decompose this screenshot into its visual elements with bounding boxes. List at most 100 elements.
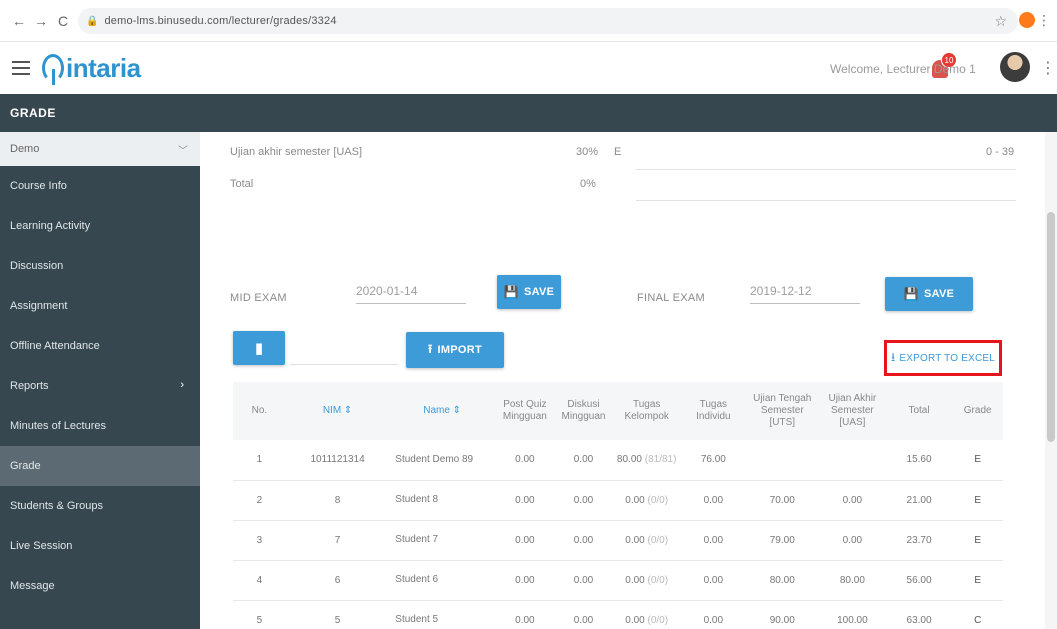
grade-range-value: 0 - 39 — [986, 146, 1015, 158]
sidebar-item-learning-activity[interactable]: Learning Activity — [0, 206, 200, 246]
col-no: No. — [251, 405, 268, 416]
import-button-label: IMPORT — [437, 344, 483, 356]
sidebar-item-students-groups[interactable]: Students & Groups — [0, 486, 200, 526]
sidebar-item-message[interactable]: Message — [0, 566, 200, 606]
cell-diskusi: 0.00 — [573, 534, 594, 546]
lock-icon: 🔒 — [86, 15, 99, 27]
cell-total: 56.00 — [906, 574, 932, 586]
import-button[interactable]: ⭱ IMPORT — [406, 332, 504, 368]
col-diskusi: Diskusi Mingguan — [561, 399, 606, 422]
sidebar-item-label: Minutes of Lectures — [10, 420, 106, 432]
cell-grade: E — [974, 534, 982, 546]
mid-exam-save-button[interactable]: 💾 SAVE — [497, 275, 561, 309]
cell-no: 4 — [256, 574, 263, 586]
url-text: demo-lms.binusedu.com/lecturer/grades/33… — [104, 15, 337, 27]
col-name-sortable[interactable]: Name ⇕ — [389, 382, 495, 440]
extension-icon[interactable] — [1019, 12, 1035, 28]
reload-icon[interactable]: C — [54, 12, 72, 30]
cell-post-quiz: 0.00 — [515, 614, 535, 626]
grade-range-letter: E — [614, 146, 622, 158]
sidebar-item-assignment[interactable]: Assignment — [0, 286, 200, 326]
sidebar-item-label: Reports — [10, 380, 49, 392]
app-header: intaria 10 Welcome, Lecturer Demo 1 ⋮ — [0, 42, 1057, 94]
scrollbar[interactable] — [1045, 132, 1057, 629]
sidebar-item-offline-attendance[interactable]: Offline Attendance — [0, 326, 200, 366]
avatar[interactable] — [1000, 52, 1030, 82]
bookmark-star-icon[interactable]: ☆ — [994, 13, 1007, 30]
col-tugas-kelompok: Tugas Kelompok — [624, 399, 669, 422]
col-uts: Ujian Tengah Semester [UTS] — [753, 393, 812, 428]
browser-menu-icon[interactable]: ⋮ — [1037, 12, 1051, 29]
scrollbar-thumb[interactable] — [1047, 212, 1055, 442]
cell-uas: 0.00 — [842, 494, 863, 506]
cell-tugas-individu: 0.00 — [703, 534, 724, 546]
cell-post-quiz: 0.00 — [515, 494, 535, 506]
save-button-label: SAVE — [923, 288, 955, 300]
save-button-label: SAVE — [523, 286, 555, 298]
cell-tugas-kelompok-note: (0/0) — [647, 494, 669, 506]
sidebar-item-label: Assignment — [10, 300, 68, 312]
cell-no: 1 — [256, 454, 263, 466]
sidebar-item-live-session[interactable]: Live Session — [0, 526, 200, 566]
download-icon: ⭳ — [890, 349, 896, 364]
sidebar-item-grade[interactable]: Grade — [0, 446, 200, 486]
welcome-text: Welcome, Lecturer Demo 1 — [830, 62, 976, 76]
final-exam-save-button[interactable]: 💾 SAVE — [885, 277, 973, 311]
cell-total: 63.00 — [906, 614, 932, 626]
cell-tugas-kelompok-note: (0/0) — [647, 614, 669, 626]
grade-table: No. NIM ⇕ Name ⇕ Post Quiz Mingguan Disk… — [233, 382, 1003, 629]
sidebar-item-label: Grade — [10, 460, 41, 472]
cell-nim: 5 — [334, 614, 341, 626]
table-row: 5 5 Student 5 0.00 0.00 0.00 (0/0) 0.00 … — [233, 600, 1003, 629]
cell-uts: 79.00 — [769, 534, 795, 546]
cell-nim: 8 — [334, 494, 341, 506]
sidebar-item-discussion[interactable]: Discussion — [0, 246, 200, 286]
cell-no: 5 — [256, 614, 263, 626]
logo-mark-icon — [42, 54, 64, 85]
file-picker-button[interactable]: ▮ — [233, 331, 285, 365]
main-content: Ujian akhir semester [UAS] 30% E 0 - 39 … — [200, 132, 1057, 629]
sidebar-item-label: Course Info — [10, 180, 67, 192]
cell-tugas-kelompok: 0.00 (0/0) — [612, 480, 681, 520]
col-nim-sortable[interactable]: NIM ⇕ — [286, 382, 389, 440]
col-grade: Grade — [963, 405, 992, 416]
forward-icon[interactable]: → — [32, 12, 50, 30]
col-total: Total — [908, 405, 930, 416]
mid-exam-date-input[interactable]: 2020-01-14 — [356, 274, 466, 304]
user-menu-icon[interactable]: ⋮ — [1040, 58, 1056, 78]
cell-tugas-individu: 0.00 — [703, 574, 724, 586]
cell-no: 3 — [256, 534, 263, 546]
cell-tugas-individu: 0.00 — [703, 494, 724, 506]
sidebar-item-label: Offline Attendance — [10, 340, 100, 352]
weight-row-total: Total 0% — [200, 178, 1020, 194]
file-icon: ▮ — [254, 340, 264, 357]
back-icon[interactable]: ← — [10, 12, 28, 30]
sidebar-item-label: Discussion — [10, 260, 64, 272]
cell-total: 23.70 — [906, 534, 932, 546]
cell-tugas-kelompok: 0.00 (0/0) — [612, 520, 681, 560]
cell-grade: E — [974, 454, 982, 466]
address-bar[interactable]: 🔒 demo-lms.binusedu.com/lecturer/grades/… — [78, 8, 1018, 34]
cell-nim: 6 — [334, 574, 341, 586]
hamburger-menu-icon[interactable] — [12, 61, 30, 75]
weight-value: 0% — [580, 178, 596, 190]
cell-nim: 7 — [334, 534, 341, 546]
app-logo[interactable]: intaria — [42, 53, 141, 85]
export-to-excel-button[interactable]: ⭳ EXPORT TO EXCEL — [884, 340, 1002, 376]
course-select[interactable]: Demo ﹀ — [0, 132, 200, 166]
cell-name: Student 7 — [395, 534, 439, 545]
cell-name: Student 5 — [395, 614, 439, 625]
final-exam-date-input[interactable]: 2019-12-12 — [750, 274, 860, 304]
cell-tugas-kelompok: 80.00 (81/81) — [612, 440, 681, 480]
cell-uas: 100.00 — [837, 614, 868, 626]
chevron-down-icon: ﹀ — [178, 146, 188, 157]
sidebar-item-minutes-of-lectures[interactable]: Minutes of Lectures — [0, 406, 200, 446]
cell-uts — [746, 440, 820, 480]
sidebar-item-course-info[interactable]: Course Info — [0, 166, 200, 206]
sidebar-item-reports[interactable]: Reports › — [0, 366, 200, 406]
file-name-field[interactable] — [290, 364, 398, 365]
final-exam-label: FINAL EXAM — [637, 292, 705, 304]
cell-tugas-kelompok-note: (0/0) — [647, 534, 669, 546]
cell-grade: E — [974, 574, 982, 586]
cell-tugas-kelompok-note: (0/0) — [647, 574, 669, 586]
